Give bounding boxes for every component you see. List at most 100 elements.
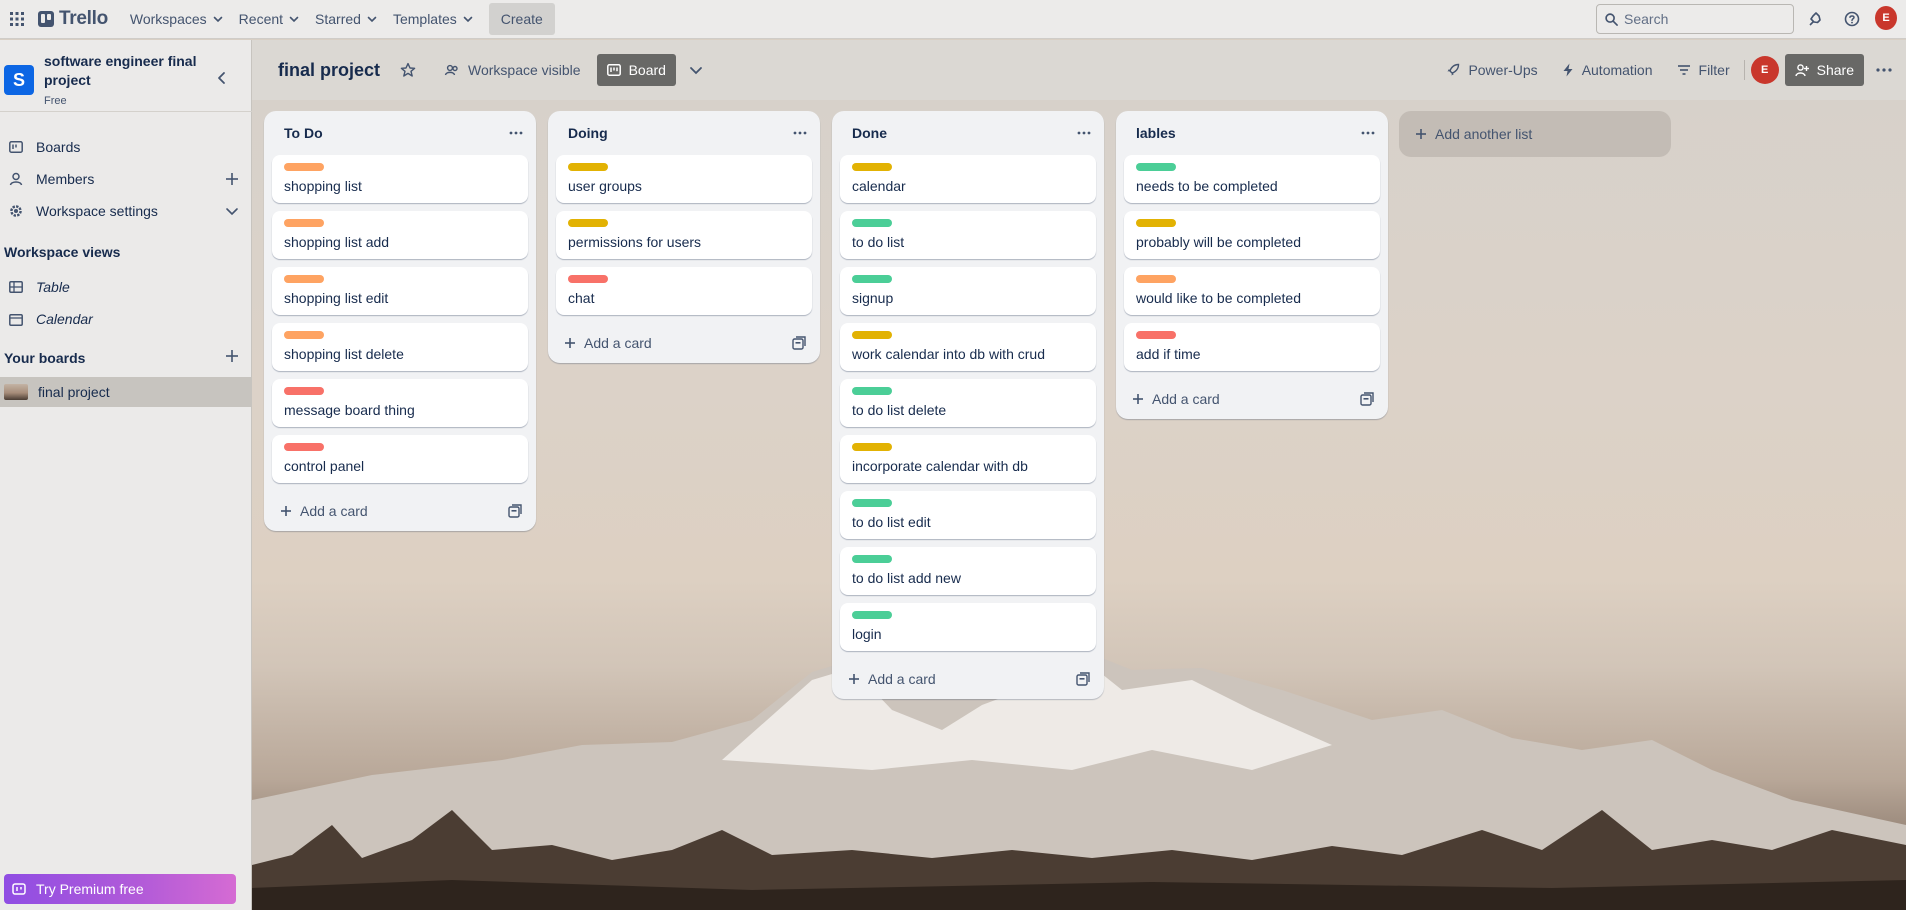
board-view-button[interactable]: Board [596,54,676,86]
card[interactable]: add if time [1124,323,1380,371]
card-label[interactable] [284,443,324,451]
workspace-avatar[interactable]: S [4,65,34,95]
chevron-down-icon[interactable] [224,203,240,219]
card[interactable]: control panel [272,435,528,483]
list-header[interactable]: Done [832,111,1104,155]
card[interactable]: login [840,603,1096,651]
create-from-template-icon[interactable] [1360,392,1374,406]
card-label[interactable] [284,163,324,171]
filter-button[interactable]: Filter [1669,54,1738,86]
nav-menu-recent[interactable]: Recent [231,0,307,39]
add-card-button[interactable]: Add a card [564,335,652,351]
list-header[interactable]: To Do [264,111,536,155]
create-from-template-icon[interactable] [508,504,522,518]
workspace-name[interactable]: software engineer final project [44,52,204,90]
list-menu-icon[interactable] [508,125,524,141]
app-switcher-icon[interactable] [2,0,32,39]
nav-menu-templates[interactable]: Templates [385,0,481,39]
card[interactable]: shopping list delete [272,323,528,371]
automation-button[interactable]: Automation [1554,54,1661,86]
list-title[interactable]: Done [852,125,887,141]
card[interactable]: incorporate calendar with db [840,435,1096,483]
card-label[interactable] [568,275,608,283]
card-label[interactable] [852,331,892,339]
card[interactable]: shopping list [272,155,528,203]
card[interactable]: message board thing [272,379,528,427]
list-title[interactable]: To Do [284,125,323,141]
list-header[interactable]: Doing [548,111,820,155]
create-from-template-icon[interactable] [792,336,806,350]
sidebar-item-table-view[interactable]: Table [0,272,252,302]
sidebar-item-members[interactable]: Members [0,164,252,194]
board-member-avatar[interactable]: E [1750,56,1779,84]
card-label[interactable] [1136,275,1176,283]
power-ups-button[interactable]: Power-Ups [1438,54,1545,86]
add-member-icon[interactable] [224,171,240,187]
create-from-template-icon[interactable] [1076,672,1090,686]
card-label[interactable] [852,611,892,619]
card-label[interactable] [284,331,324,339]
card-label[interactable] [568,219,608,227]
card[interactable]: to do list edit [840,491,1096,539]
sidebar-item-calendar-view[interactable]: Calendar [0,304,252,334]
try-premium-button[interactable]: Try Premium free [4,874,236,904]
add-list-button[interactable]: Add another list [1399,111,1671,157]
account-avatar[interactable]: E [1875,6,1897,30]
notifications-icon[interactable] [1805,8,1827,30]
card[interactable]: permissions for users [556,211,812,259]
list-menu-icon[interactable] [1076,125,1092,141]
card-label[interactable] [852,499,892,507]
card[interactable]: would like to be completed [1124,267,1380,315]
trello-logo[interactable]: Trello [38,8,108,30]
add-card-button[interactable]: Add a card [1132,391,1220,407]
search-input[interactable]: Search [1596,4,1794,34]
card[interactable]: user groups [556,155,812,203]
card-label[interactable] [1136,163,1176,171]
card[interactable]: to do list [840,211,1096,259]
list-title[interactable]: lables [1136,125,1176,141]
card-label[interactable] [284,275,324,283]
card[interactable]: needs to be completed [1124,155,1380,203]
card[interactable]: probably will be completed [1124,211,1380,259]
add-card-button[interactable]: Add a card [280,503,368,519]
share-button[interactable]: Share [1784,54,1864,86]
help-icon[interactable] [1841,8,1863,30]
add-board-icon[interactable] [224,348,240,364]
card[interactable]: chat [556,267,812,315]
card[interactable]: shopping list add [272,211,528,259]
board-menu-button[interactable] [1868,54,1900,86]
star-board-button[interactable] [392,54,424,86]
sidebar-item-workspace-settings[interactable]: Workspace settings [0,196,252,226]
list-title[interactable]: Doing [568,125,608,141]
card[interactable]: calendar [840,155,1096,203]
collapse-sidebar-icon[interactable] [214,70,230,86]
board-title[interactable]: final project [278,60,380,81]
card-label[interactable] [852,275,892,283]
card-label[interactable] [852,163,892,171]
create-button[interactable]: Create [488,3,555,35]
card-label[interactable] [852,443,892,451]
card[interactable]: work calendar into db with crud [840,323,1096,371]
card-label[interactable] [852,219,892,227]
list-menu-icon[interactable] [792,125,808,141]
card-label[interactable] [852,555,892,563]
card-label[interactable] [284,387,324,395]
card[interactable]: to do list add new [840,547,1096,595]
list-header[interactable]: lables [1116,111,1388,155]
sidebar-board-final-project[interactable]: final project [0,377,251,407]
visibility-button[interactable]: Workspace visible [436,54,589,86]
card-label[interactable] [284,219,324,227]
card-label[interactable] [852,387,892,395]
list-menu-icon[interactable] [1360,125,1376,141]
card-label[interactable] [568,163,608,171]
card[interactable]: signup [840,267,1096,315]
card[interactable]: to do list delete [840,379,1096,427]
sidebar-item-boards[interactable]: Boards [0,132,252,162]
nav-menu-starred[interactable]: Starred [307,0,385,39]
nav-menu-workspaces[interactable]: Workspaces [122,0,231,39]
card[interactable]: shopping list edit [272,267,528,315]
views-dropdown-button[interactable] [680,54,712,86]
card-label[interactable] [1136,219,1176,227]
add-card-button[interactable]: Add a card [848,671,936,687]
card-label[interactable] [1136,331,1176,339]
